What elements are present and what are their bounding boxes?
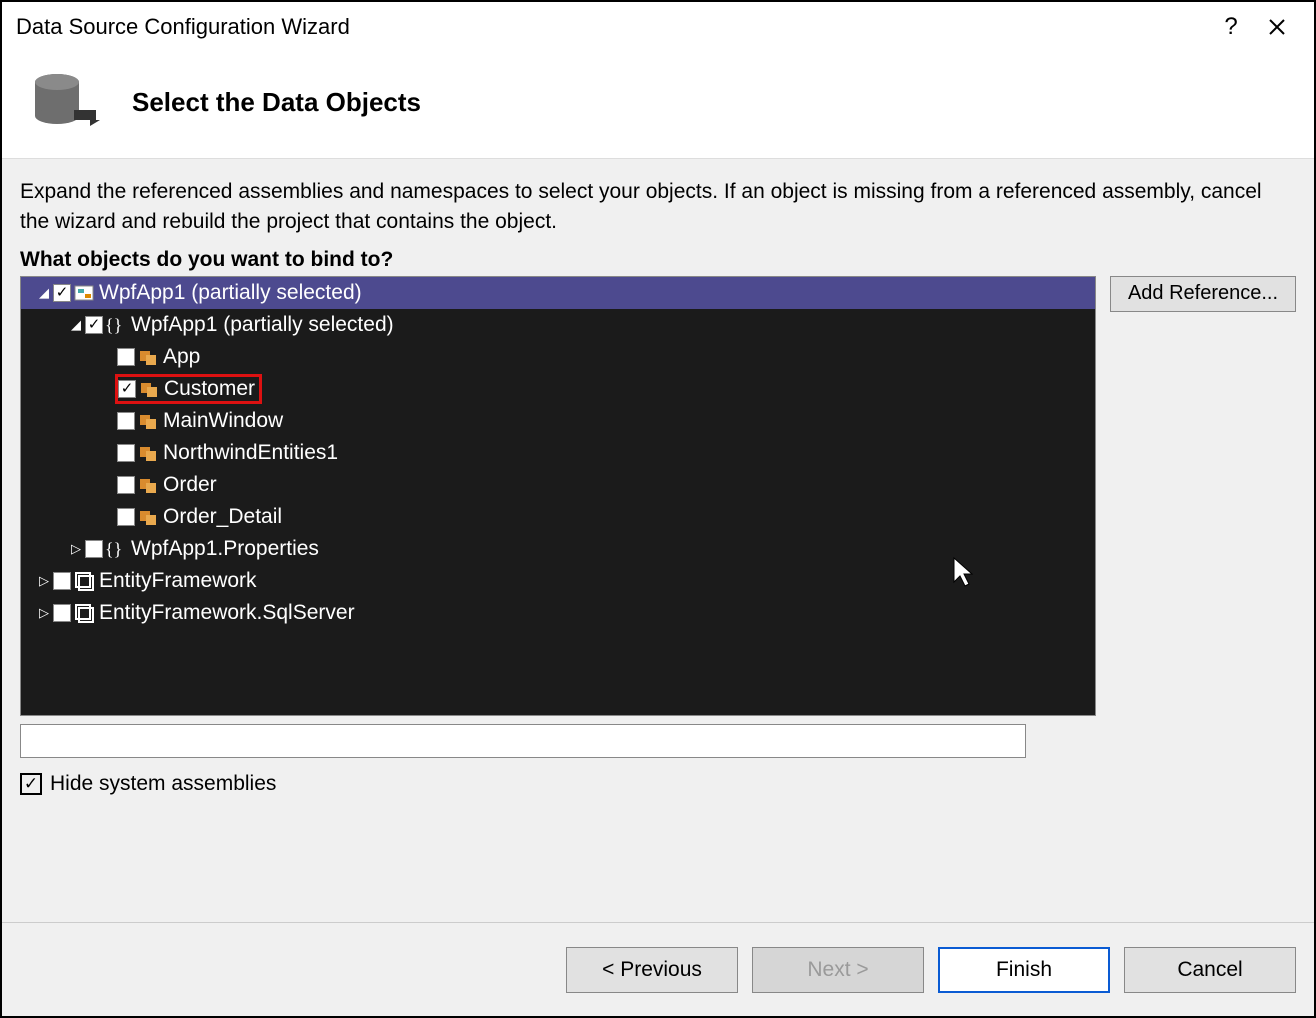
class-icon (137, 346, 159, 368)
tree-node[interactable]: Order_Detail (21, 501, 1095, 533)
collapse-icon[interactable]: ◢ (67, 317, 85, 333)
svg-text:{}: {} (105, 539, 122, 559)
tree-checkbox[interactable] (117, 476, 135, 494)
expand-icon[interactable]: ▷ (35, 573, 53, 589)
svg-text:{}: {} (105, 315, 122, 335)
namespace-icon: {} (105, 314, 127, 336)
previous-button[interactable]: < Previous (566, 947, 738, 993)
tree-checkbox[interactable] (53, 604, 71, 622)
tree-node[interactable]: NorthwindEntities1 (21, 437, 1095, 469)
assembly-icon (73, 570, 95, 592)
question-label: What objects do you want to bind to? (20, 248, 1296, 272)
tree-checkbox[interactable] (117, 508, 135, 526)
close-button[interactable] (1254, 4, 1300, 50)
window-title: Data Source Configuration Wizard (16, 14, 1208, 40)
close-icon (1268, 18, 1286, 36)
tree-node-label: WpfApp1 (partially selected) (99, 281, 362, 305)
next-button: Next > (752, 947, 924, 993)
expand-icon[interactable]: ▷ (67, 541, 85, 557)
tree-node[interactable]: MainWindow (21, 405, 1095, 437)
tree-node[interactable]: Order (21, 469, 1095, 501)
class-icon (137, 474, 159, 496)
tree-node-label: WpfApp1 (partially selected) (131, 313, 394, 337)
tree-node[interactable]: ✓ Customer (21, 373, 1095, 405)
hide-assemblies-label: Hide system assemblies (50, 772, 276, 796)
tree-node-label: MainWindow (163, 409, 283, 433)
help-button[interactable]: ? (1208, 4, 1254, 50)
object-tree[interactable]: ◢✓WpfApp1 (partially selected)◢✓{}WpfApp… (20, 276, 1096, 716)
tree-checkbox[interactable] (117, 444, 135, 462)
class-icon (137, 442, 159, 464)
hide-assemblies-row: ✓ Hide system assemblies (20, 772, 1296, 796)
project-icon (73, 282, 95, 304)
titlebar: Data Source Configuration Wizard ? (2, 2, 1314, 52)
tree-node-label: App (163, 345, 200, 369)
page-title: Select the Data Objects (132, 87, 421, 118)
tree-node-label: Customer (164, 377, 255, 401)
instructions-text: Expand the referenced assemblies and nam… (20, 177, 1296, 238)
assembly-icon (73, 602, 95, 624)
class-icon (137, 410, 159, 432)
wizard-header: Select the Data Objects (2, 52, 1314, 158)
cancel-button[interactable]: Cancel (1124, 947, 1296, 993)
hide-assemblies-checkbox[interactable]: ✓ (20, 773, 42, 795)
wizard-window: Data Source Configuration Wizard ? Selec… (0, 0, 1316, 1018)
finish-button[interactable]: Finish (938, 947, 1110, 993)
class-icon (138, 378, 160, 400)
data-source-icon (30, 70, 104, 134)
tree-checkbox[interactable] (85, 540, 103, 558)
tree-node[interactable]: ▷ EntityFramework (21, 565, 1095, 597)
class-icon (137, 506, 159, 528)
expand-icon[interactable]: ▷ (35, 605, 53, 621)
tree-checkbox[interactable] (117, 412, 135, 430)
wizard-footer: < Previous Next > Finish Cancel (2, 922, 1314, 1016)
tree-checkbox[interactable] (53, 572, 71, 590)
tree-node-label: NorthwindEntities1 (163, 441, 338, 465)
selected-object-display (20, 724, 1026, 758)
tree-node[interactable]: ▷ {} WpfApp1.Properties (21, 533, 1095, 565)
tree-node[interactable]: ▷ EntityFramework.SqlServer (21, 597, 1095, 629)
collapse-icon[interactable]: ◢ (35, 285, 53, 301)
tree-node-label: Order_Detail (163, 505, 282, 529)
tree-checkbox[interactable]: ✓ (118, 380, 136, 398)
tree-node-label: EntityFramework (99, 569, 257, 593)
tree-row-container: ◢✓WpfApp1 (partially selected)◢✓{}WpfApp… (20, 276, 1296, 716)
tree-node-label: WpfApp1.Properties (131, 537, 319, 561)
tree-checkbox[interactable]: ✓ (53, 284, 71, 302)
tree-node[interactable]: ◢✓ WpfApp1 (partially selected) (21, 277, 1095, 309)
wizard-content: Expand the referenced assemblies and nam… (2, 158, 1314, 922)
namespace-icon: {} (105, 538, 127, 560)
tree-node-label: Order (163, 473, 217, 497)
tree-node[interactable]: ◢✓{} WpfApp1 (partially selected) (21, 309, 1095, 341)
tree-checkbox[interactable]: ✓ (85, 316, 103, 334)
tree-checkbox[interactable] (117, 348, 135, 366)
add-reference-button[interactable]: Add Reference... (1110, 276, 1296, 312)
tree-node[interactable]: App (21, 341, 1095, 373)
tree-node-label: EntityFramework.SqlServer (99, 601, 355, 625)
